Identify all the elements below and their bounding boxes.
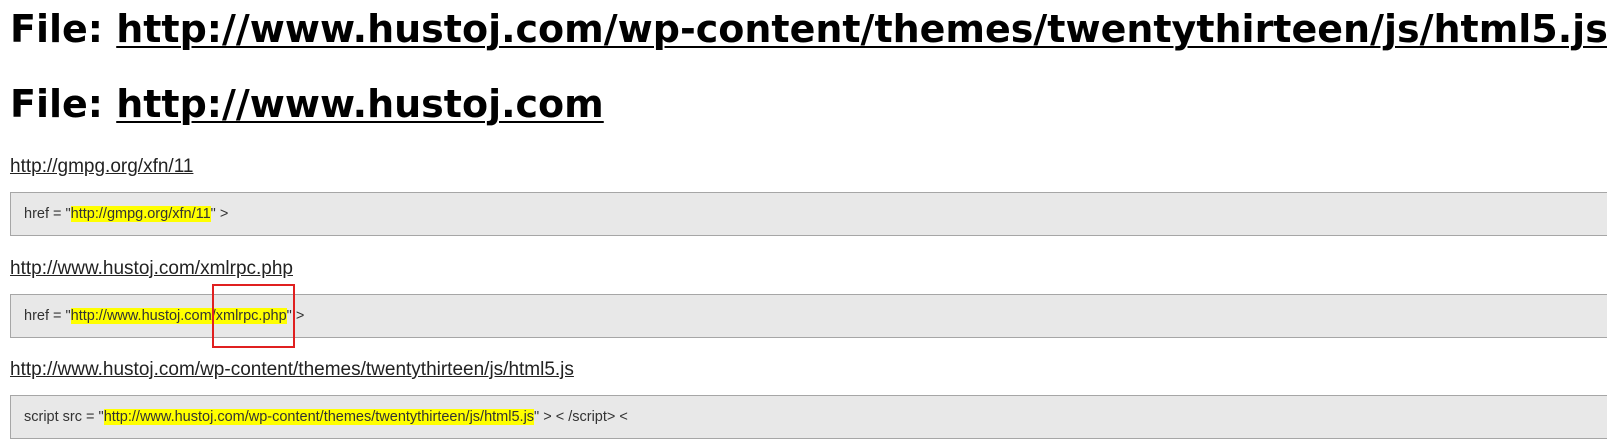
highlighted-url-base: http://www.hustoj.com/	[70, 308, 216, 324]
result-link[interactable]: http://gmpg.org/xfn/11	[10, 156, 193, 178]
highlighted-url: http://www.hustoj.com/wp-content/themes/…	[103, 409, 535, 425]
highlighted-url: http://gmpg.org/xfn/11	[70, 206, 211, 222]
file-heading: File: http://www.hustoj.com/wp-content/t…	[10, 7, 1607, 51]
result-link[interactable]: http://www.hustoj.com/wp-content/themes/…	[10, 359, 574, 381]
code-snippet: href = "http://gmpg.org/xfn/11" >	[10, 192, 1607, 236]
file-heading-prefix: File:	[10, 7, 117, 51]
code-suffix: " > < /script> <	[534, 409, 628, 425]
code-prefix: script src = "	[24, 409, 104, 425]
code-prefix: href = "	[24, 308, 71, 324]
highlighted-url-file: xmlrpc.php	[215, 308, 287, 324]
file-heading-prefix: File:	[10, 82, 117, 126]
file-heading: File: http://www.hustoj.com	[10, 82, 604, 126]
code-snippet: href = "http://www.hustoj.com/xmlrpc.php…	[10, 284, 1607, 348]
file-heading-link[interactable]: http://www.hustoj.com	[116, 82, 604, 126]
code-prefix: href = "	[24, 206, 71, 222]
code-suffix: " >	[210, 206, 229, 222]
result-link[interactable]: http://www.hustoj.com/xmlrpc.php	[10, 258, 293, 280]
red-annotation-frame: xmlrpc.php	[211, 284, 295, 348]
file-heading-link[interactable]: http://www.hustoj.com/wp-content/themes/…	[116, 7, 1607, 51]
code-snippet: script src = "http://www.hustoj.com/wp-c…	[10, 395, 1607, 439]
